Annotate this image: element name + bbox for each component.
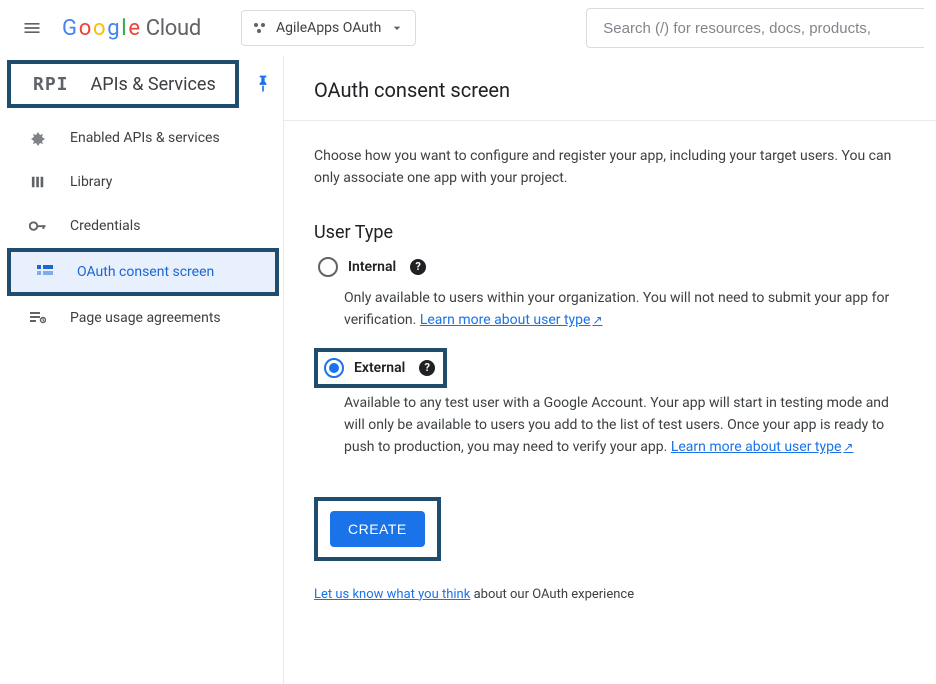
external-link-icon: ↗ — [592, 313, 602, 327]
sidebar-item-label: Credentials — [70, 218, 140, 234]
sidebar-item-page-usage[interactable]: Page usage agreements — [0, 296, 283, 340]
search-input[interactable] — [586, 8, 924, 48]
project-label: AgileApps OAuth — [276, 20, 381, 36]
page-title: OAuth consent screen — [314, 78, 936, 102]
sidebar-item-label: Page usage agreements — [70, 310, 221, 326]
sidebar-item-label: OAuth consent screen — [77, 264, 214, 280]
user-type-heading: User Type — [314, 222, 894, 243]
project-selector[interactable]: AgileApps OAuth — [241, 10, 416, 46]
feedback-link[interactable]: Let us know what you think — [314, 587, 470, 602]
radio-external[interactable] — [324, 358, 344, 378]
usage-agreements-icon — [28, 311, 48, 325]
top-bar: Google Cloud AgileApps OAuth — [0, 0, 936, 56]
radio-internal-row: Internal ? — [314, 251, 894, 283]
help-icon[interactable]: ? — [410, 259, 426, 275]
pin-icon[interactable] — [253, 74, 273, 94]
radio-external-row: External ? — [324, 358, 435, 378]
external-description: Available to any test user with a Google… — [314, 388, 894, 475]
feedback-suffix: about our OAuth experience — [470, 587, 634, 602]
sidebar-item-library[interactable]: Library — [0, 160, 283, 204]
hamburger-menu-icon[interactable] — [12, 8, 52, 48]
sidebar-header[interactable]: RPI APIs & Services — [7, 60, 239, 108]
sidebar-item-enabled-apis[interactable]: Enabled APIs & services — [0, 116, 283, 160]
highlight-create: CREATE — [314, 497, 441, 561]
sidebar-item-oauth-consent[interactable]: OAuth consent screen — [7, 248, 279, 296]
consent-screen-icon — [35, 265, 55, 279]
main-content: OAuth consent screen Choose how you want… — [284, 56, 936, 684]
sidebar: RPI APIs & Services Enabled APIs & servi… — [0, 56, 284, 684]
internal-description: Only available to users within your orga… — [314, 283, 894, 348]
sidebar-item-label: Library — [70, 174, 112, 190]
feedback-line: Let us know what you think about our OAu… — [314, 587, 894, 602]
help-icon[interactable]: ? — [419, 360, 435, 376]
sidebar-title: APIs & Services — [91, 74, 216, 95]
radio-internal[interactable] — [318, 257, 338, 277]
radio-internal-label: Internal — [348, 259, 396, 275]
external-link-icon: ↗ — [843, 440, 853, 454]
radio-external-label: External — [354, 360, 405, 376]
main-header: OAuth consent screen — [284, 56, 936, 121]
project-icon — [252, 20, 268, 36]
logo-product: Cloud — [146, 16, 201, 41]
enabled-apis-icon — [28, 130, 48, 146]
sidebar-item-label: Enabled APIs & services — [70, 130, 220, 146]
chevron-down-icon — [389, 20, 405, 36]
create-button[interactable]: CREATE — [330, 511, 425, 547]
library-icon — [28, 175, 48, 189]
intro-text: Choose how you want to configure and reg… — [314, 145, 894, 190]
external-learn-more-link[interactable]: Learn more about user type↗ — [671, 439, 854, 455]
search-box — [586, 8, 924, 48]
sidebar-item-credentials[interactable]: Credentials — [0, 204, 283, 248]
api-icon: RPI — [33, 74, 69, 95]
highlight-external: External ? — [314, 348, 447, 388]
gcp-logo[interactable]: Google Cloud — [62, 16, 201, 41]
internal-learn-more-link[interactable]: Learn more about user type↗ — [420, 312, 603, 328]
key-icon — [28, 219, 48, 233]
